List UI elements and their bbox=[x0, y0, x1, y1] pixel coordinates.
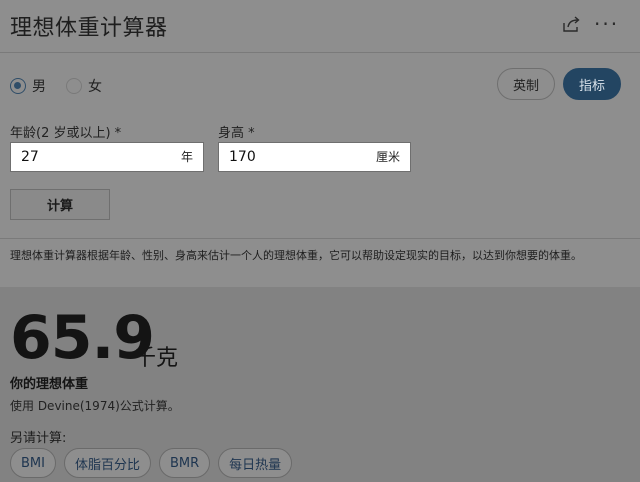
height-unit: 厘米 bbox=[375, 150, 400, 164]
description-text: 理想体重计算器根据年龄、性别、身高来估计一个人的理想体重，它可以帮助设定现实的目… bbox=[10, 249, 582, 262]
divider bbox=[0, 238, 640, 239]
also-calculate-label: 另请计算: bbox=[10, 431, 67, 446]
age-value[interactable]: 27 bbox=[21, 149, 39, 165]
page-title: 理想体重计算器 bbox=[10, 16, 168, 41]
age-input[interactable]: 27 年 bbox=[10, 142, 204, 172]
radio-female[interactable] bbox=[66, 78, 82, 94]
calculate-button[interactable]: 计算 bbox=[10, 189, 110, 220]
chip-bmi[interactable]: BMI bbox=[10, 448, 56, 478]
result-value: 65.9 bbox=[10, 303, 155, 373]
result-unit: 千克 bbox=[134, 346, 179, 371]
height-input[interactable]: 170 厘米 bbox=[218, 142, 411, 172]
chip-daily-calories[interactable]: 每日热量 bbox=[218, 448, 293, 478]
chip-body-fat[interactable]: 体脂百分比 bbox=[63, 448, 151, 478]
header-bar: 理想体重计算器 ··· bbox=[0, 0, 640, 53]
radio-male-label[interactable]: 男 bbox=[32, 76, 46, 96]
height-label: 身高 * bbox=[218, 126, 255, 141]
imperial-button[interactable]: 英制 bbox=[497, 68, 555, 100]
age-unit: 年 bbox=[180, 150, 193, 164]
radio-female-label[interactable]: 女 bbox=[88, 76, 102, 96]
result-label: 你的理想体重 bbox=[10, 377, 89, 392]
gender-radio-group: 男 女 bbox=[10, 75, 102, 97]
result-note: 使用 Devine(1974)公式计算。 bbox=[10, 399, 180, 413]
metric-button[interactable]: 指标 bbox=[563, 68, 621, 100]
more-icon[interactable]: ··· bbox=[594, 12, 619, 36]
radio-male[interactable] bbox=[10, 78, 26, 94]
age-label: 年龄(2 岁或以上) * bbox=[10, 126, 122, 141]
share-icon[interactable] bbox=[560, 13, 582, 35]
also-calculate-chips: BMI 体脂百分比 BMR 每日热量 bbox=[10, 448, 293, 478]
chip-bmr[interactable]: BMR bbox=[158, 448, 211, 478]
height-value[interactable]: 170 bbox=[229, 149, 256, 165]
